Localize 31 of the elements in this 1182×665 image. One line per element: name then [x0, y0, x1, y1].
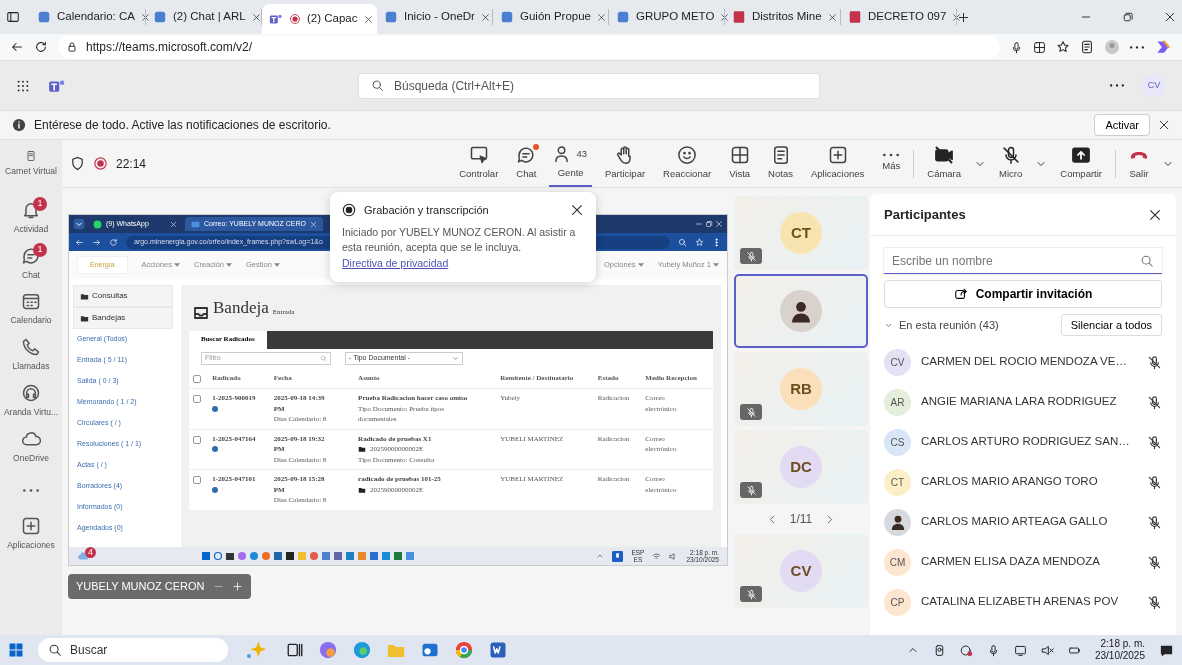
avatar-initials: CP [884, 588, 911, 616]
participant-name: CARMEN ELISA DAZA MENDOZA [921, 554, 1101, 570]
avatar-initials: CV [780, 550, 822, 592]
participant-name: CARLOS MARIO ARANGO TORO [921, 474, 1099, 490]
participant-name: CARLOS MARIO ARTEAGA GALLO [921, 514, 1109, 530]
page-indicator: 1/11 [789, 511, 813, 528]
avatar-initials: DC [780, 446, 822, 488]
notification-message: Entérese de todo. Active las notificaciones de escritorio. [34, 117, 331, 134]
avatar-initials: CM [884, 548, 911, 576]
notification-badge: 1 [33, 196, 47, 211]
avatar-initials: CT [780, 212, 822, 254]
page-title: Bandeja [213, 297, 269, 319]
avatar-initials: AR [884, 388, 911, 416]
clock-time: 2:18 p. m. [1100, 638, 1145, 650]
avatar-initials: CT [884, 468, 911, 496]
avatar-initials: RB [780, 368, 822, 410]
participant-name: CARLOS ARTURO RODRIGUEZ SAN… [921, 434, 1131, 450]
clock-date: 23/10/2025 [1094, 650, 1145, 662]
participant-name: CATALINA ELIZABETH ARENAS POV [921, 594, 1120, 610]
participant-name: CARMEN DEL ROCIO MENDOZA VE… [921, 354, 1128, 370]
avatar-initials: CS [884, 428, 911, 456]
notice-text: Iniciado por YUBELY MUNOZ CERON. Al asistir a esta reunión, acepta que se le incluya. Directiva de privacidad [342, 224, 577, 271]
presenter-name: YUBELY MUNOZ CERON [76, 579, 205, 594]
panel-title: Participantes [884, 205, 966, 224]
participant-name: ANGIE MARIANA LARA RODRIGUEZ [921, 394, 1118, 410]
notice-title: Grabación y transcripción [364, 203, 489, 218]
participant-count: 43 [576, 147, 587, 162]
avatar-initials: CV [884, 348, 911, 376]
meeting-timer: 22:14 [116, 155, 147, 173]
notification-badge: 1 [33, 242, 47, 257]
notification-badge: 4 [85, 546, 96, 558]
